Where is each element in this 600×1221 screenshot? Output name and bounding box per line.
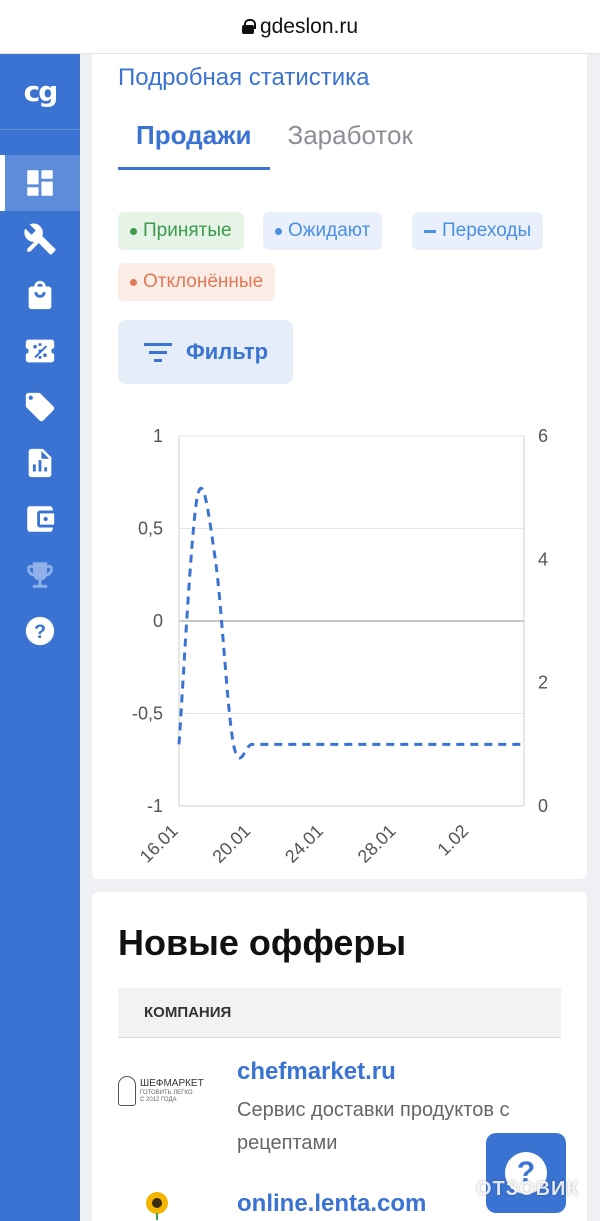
tools-icon [24, 223, 56, 255]
chef-logo-sub: ГОТОВИТЬ ЛЕГКО [140, 1089, 193, 1096]
filter-label: Фильтр [186, 339, 269, 364]
legend-clicks-label: Переходы [442, 220, 532, 241]
x-tick-label: 20.01 [208, 821, 254, 867]
trophy-icon [27, 562, 53, 588]
offer-logo-chefmarket[interactable]: ШЕФМАРКЕТ ГОТОВИТЬ ЛЕГКО С 2012 ГОДА [118, 1076, 208, 1106]
sidebar-item-wallet[interactable] [0, 491, 80, 547]
chef-logo-sub2: С 2012 ГОДА [140, 1097, 177, 1103]
browser-url-bar[interactable]: gdeslon.ru [0, 0, 600, 54]
y-left-tick-label: 0,5 [138, 519, 163, 539]
y-right-tick-label: 6 [538, 426, 548, 446]
report-icon [28, 448, 52, 478]
sidebar-item-reports[interactable] [0, 435, 80, 491]
offer-logo-lenta[interactable] [142, 1190, 172, 1221]
chef-logo-text: ШЕФМАРКЕТ ГОТОВИТЬ ЛЕГКО С 2012 ГОДА [140, 1078, 204, 1104]
sidebar: cg ? [0, 54, 80, 1221]
x-tick-label: 1.02 [433, 821, 472, 860]
watermark-text: ОТЗОВИК [476, 1178, 580, 1200]
url-display[interactable]: gdeslon.ru [241, 14, 359, 39]
dashboard-icon [27, 170, 53, 196]
legend-waiting-label: Ожидают [288, 220, 371, 241]
y-left-tick-label: 0 [153, 611, 163, 631]
statistics-title: Подробная статистика [118, 64, 370, 91]
filter-icon [144, 343, 172, 362]
statistics-card: Подробная статистика Продажи Заработок П… [92, 54, 587, 879]
y-left-tick-label: 1 [153, 426, 163, 446]
legend-waiting[interactable]: Ожидают [263, 212, 383, 250]
tag-icon [25, 392, 55, 422]
y-left-tick-label: -1 [147, 796, 163, 816]
legend-accepted[interactable]: Принятые [118, 212, 244, 250]
url-text: gdeslon.ru [259, 14, 359, 38]
sidebar-item-tags[interactable] [0, 379, 80, 435]
legend-rejected-label: Отклонённые [143, 271, 264, 292]
tab-sales[interactable]: Продажи [118, 110, 270, 170]
watermark-logo-icon [450, 1178, 472, 1201]
coupon-icon [25, 339, 55, 363]
sidebar-item-tools[interactable] [0, 211, 80, 267]
legend-clicks[interactable]: Переходы [412, 212, 544, 250]
lock-icon [241, 19, 256, 34]
sidebar-item-help[interactable]: ? [0, 603, 80, 659]
x-tick-label: 28.01 [354, 821, 400, 867]
chef-hat-icon [118, 1076, 136, 1106]
offer-name-lenta[interactable]: online.lenta.com [237, 1190, 426, 1218]
column-company: КОМПАНИЯ [144, 1004, 232, 1021]
y-left-tick-label: -0,5 [132, 704, 163, 724]
logo[interactable]: cg [0, 54, 80, 130]
legend-dot-orange [130, 278, 137, 286]
watermark: ОТЗОВИК [450, 1178, 580, 1201]
legend-dash-blue [424, 229, 436, 233]
offer-name-chefmarket[interactable]: chefmarket.ru [237, 1058, 396, 1086]
y-right-tick-label: 0 [538, 796, 548, 816]
sales-chart: 1 0,5 0 -0,5 -1 6 4 2 0 16.01 20.01 24.01 28.01 1.02 [132, 426, 548, 867]
help-icon: ? [25, 616, 55, 646]
y-right-tick-label: 2 [538, 673, 548, 693]
legend-rejected[interactable]: Отклонённые [118, 263, 276, 301]
tab-earnings[interactable]: Заработок [270, 110, 431, 170]
y-right-tick-label: 4 [538, 549, 548, 569]
x-tick-label: 16.01 [136, 821, 182, 867]
sidebar-item-shop[interactable] [0, 267, 80, 323]
legend-dot-green [130, 227, 137, 235]
legend-dot-blue [275, 227, 282, 235]
sunflower-icon [146, 1192, 168, 1220]
x-tick-label: 24.01 [281, 821, 327, 867]
floating-help-button[interactable]: ? [486, 1133, 566, 1213]
shopping-bag-icon [28, 280, 52, 310]
legend-accepted-label: Принятые [143, 220, 232, 241]
wallet-icon [27, 506, 55, 532]
sidebar-item-dashboard[interactable] [0, 155, 80, 211]
sidebar-item-trophy[interactable] [0, 547, 80, 603]
chef-logo-title: ШЕФМАРКЕТ [140, 1077, 204, 1089]
filter-button[interactable]: Фильтр [118, 320, 293, 384]
logo-text: cg [23, 75, 59, 108]
offers-table-header: КОМПАНИЯ [118, 988, 561, 1038]
offers-title: Новые офферы [118, 922, 407, 963]
svg-text:?: ? [34, 621, 46, 643]
sidebar-item-coupons[interactable] [0, 323, 80, 379]
statistics-tabs: Продажи Заработок [118, 110, 431, 170]
